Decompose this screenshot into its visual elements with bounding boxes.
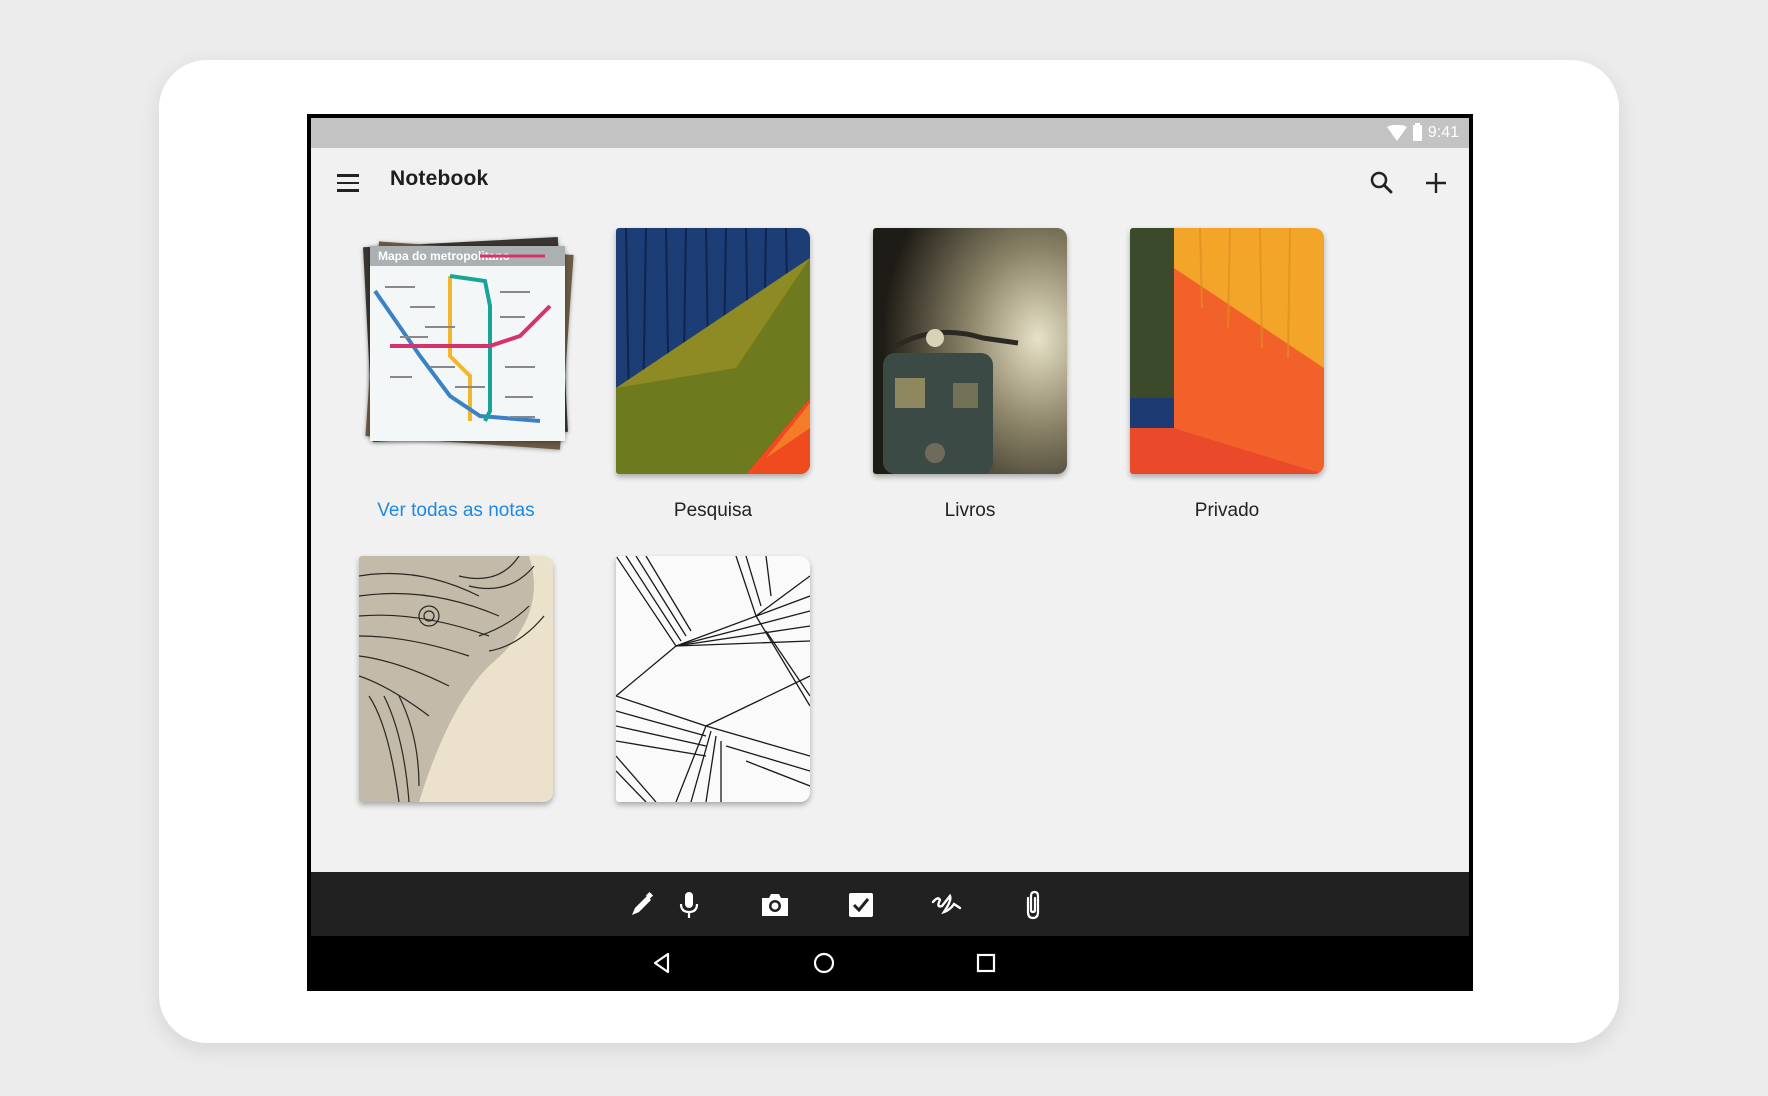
metro-map-thumbnail: Mapa do metropolitano — [370, 246, 565, 441]
status-time: 9:41 — [1427, 124, 1459, 141]
search-icon[interactable] — [1367, 168, 1397, 198]
menu-icon[interactable] — [337, 169, 365, 197]
notes-stack: Mapa do metropolitano — [363, 237, 574, 450]
wifi-icon — [1386, 125, 1407, 141]
cover-pesquisa — [616, 228, 810, 474]
home-icon[interactable] — [809, 948, 839, 978]
status-bar: 9:41 — [311, 118, 1469, 148]
battery-icon — [1412, 123, 1422, 141]
paperclip-icon[interactable] — [1016, 888, 1050, 922]
back-icon[interactable] — [647, 948, 677, 978]
microphone-icon[interactable] — [672, 888, 706, 922]
recents-icon[interactable] — [971, 948, 1001, 978]
system-nav-bar — [311, 936, 1469, 991]
tablet-screen: 9:41 Notebook Mapa do metropolitano Ver … — [307, 114, 1473, 991]
notebook-label-pesquisa: Pesquisa — [673, 500, 753, 521]
notebook-label-livros: Livros — [944, 500, 996, 521]
pencil-icon[interactable] — [625, 888, 659, 922]
app-title: Notebook — [390, 167, 489, 190]
cover-privado — [1130, 228, 1324, 474]
plus-icon[interactable] — [1421, 168, 1451, 198]
handwriting-icon[interactable] — [930, 888, 964, 922]
cover-elephant — [359, 556, 553, 802]
notebook-label-privado: Privado — [1194, 500, 1260, 521]
notebook-label-all[interactable]: Ver todas as notas — [326, 500, 586, 522]
cover-geometric — [616, 556, 810, 802]
camera-icon[interactable] — [758, 888, 792, 922]
app-window: 9:41 Notebook Mapa do metropolitano Ver … — [311, 118, 1469, 991]
cover-livros — [873, 228, 1067, 474]
quick-note-bar — [311, 872, 1469, 936]
checkbox-icon[interactable] — [844, 888, 878, 922]
app-bar: Notebook — [311, 148, 1469, 218]
